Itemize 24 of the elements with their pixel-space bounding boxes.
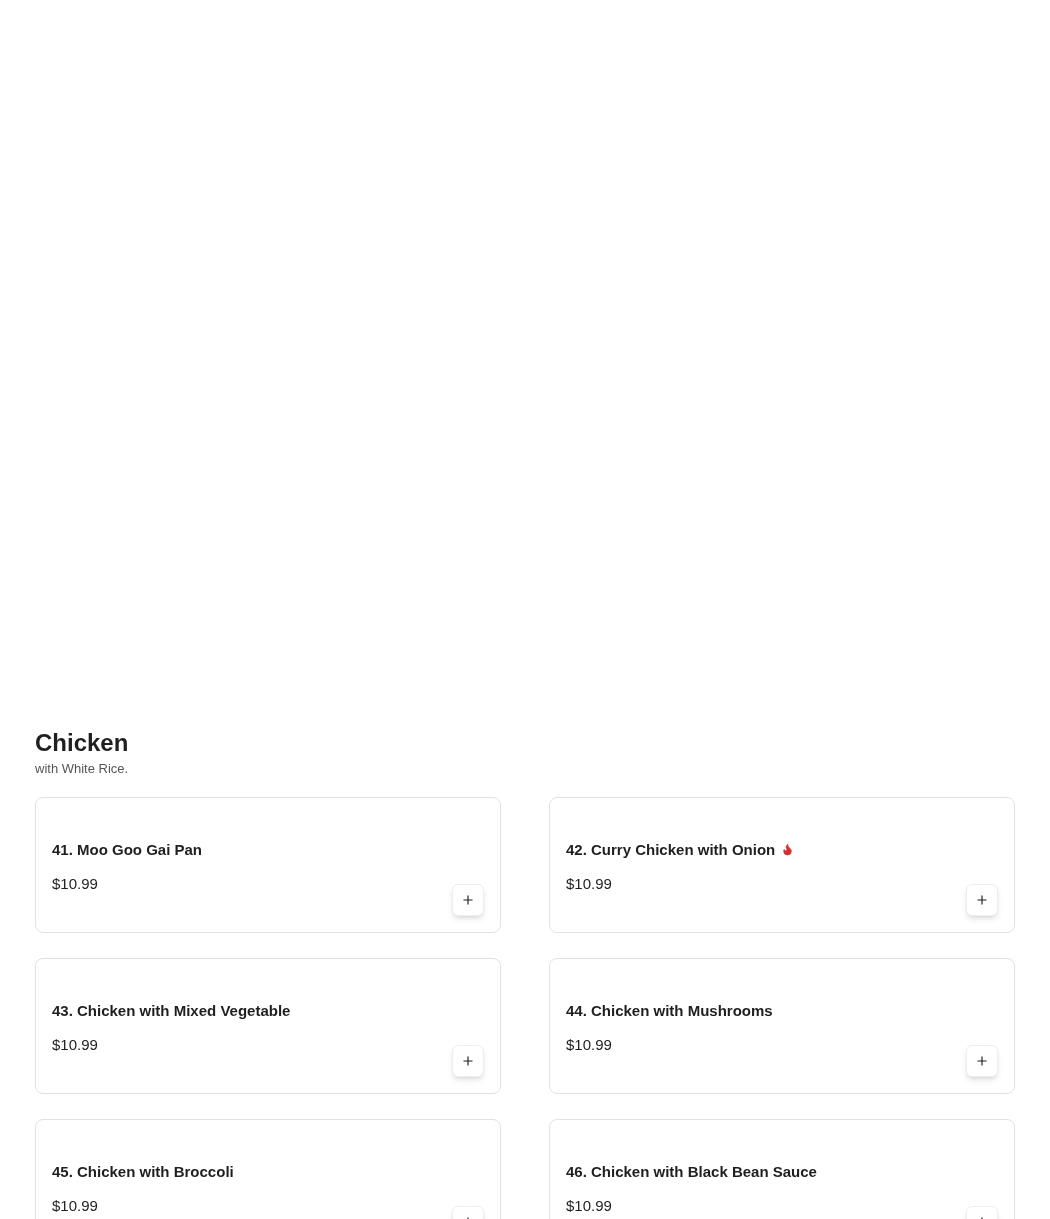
item-price: $10.99 (52, 873, 98, 894)
item-name: 41. Moo Goo Gai Pan (52, 839, 203, 860)
menu-item-card[interactable]: 46. Chicken with Black Bean Sauce $10.99 (549, 1118, 1015, 1219)
menu-item-card[interactable]: 45. Chicken with Broccoli $10.99 (35, 1118, 501, 1219)
menu-item-card[interactable]: 41. Moo Goo Gai Pan $10.99 (35, 796, 501, 933)
section-subtitle: with White Rice. (35, 760, 129, 778)
menu-item-card[interactable]: 42. Curry Chicken with Onion $10.99 (549, 796, 1015, 933)
item-name: 46. Chicken with Black Bean Sauce (566, 1161, 817, 1182)
item-price: $10.99 (52, 1195, 98, 1216)
item-price: $10.99 (566, 1195, 612, 1216)
item-name: 45. Chicken with Broccoli (52, 1161, 234, 1182)
add-button[interactable] (452, 883, 484, 916)
item-name: 43. Chicken with Mixed Vegetable (52, 1000, 291, 1021)
add-button[interactable] (966, 883, 998, 916)
item-name: 44. Chicken with Mushrooms (566, 1000, 773, 1021)
menu-item-card[interactable]: 44. Chicken with Mushrooms $10.99 (549, 957, 1015, 1094)
item-price: $10.99 (566, 873, 612, 894)
add-button[interactable] (452, 1044, 484, 1077)
add-button[interactable] (966, 1044, 998, 1077)
menu-item-card[interactable]: 43. Chicken with Mixed Vegetable $10.99 (35, 957, 501, 1094)
item-name: 42. Curry Chicken with Onion (566, 839, 776, 860)
item-price: $10.99 (566, 1034, 612, 1055)
item-price: $10.99 (52, 1034, 98, 1055)
section-title: Chicken (35, 728, 129, 758)
